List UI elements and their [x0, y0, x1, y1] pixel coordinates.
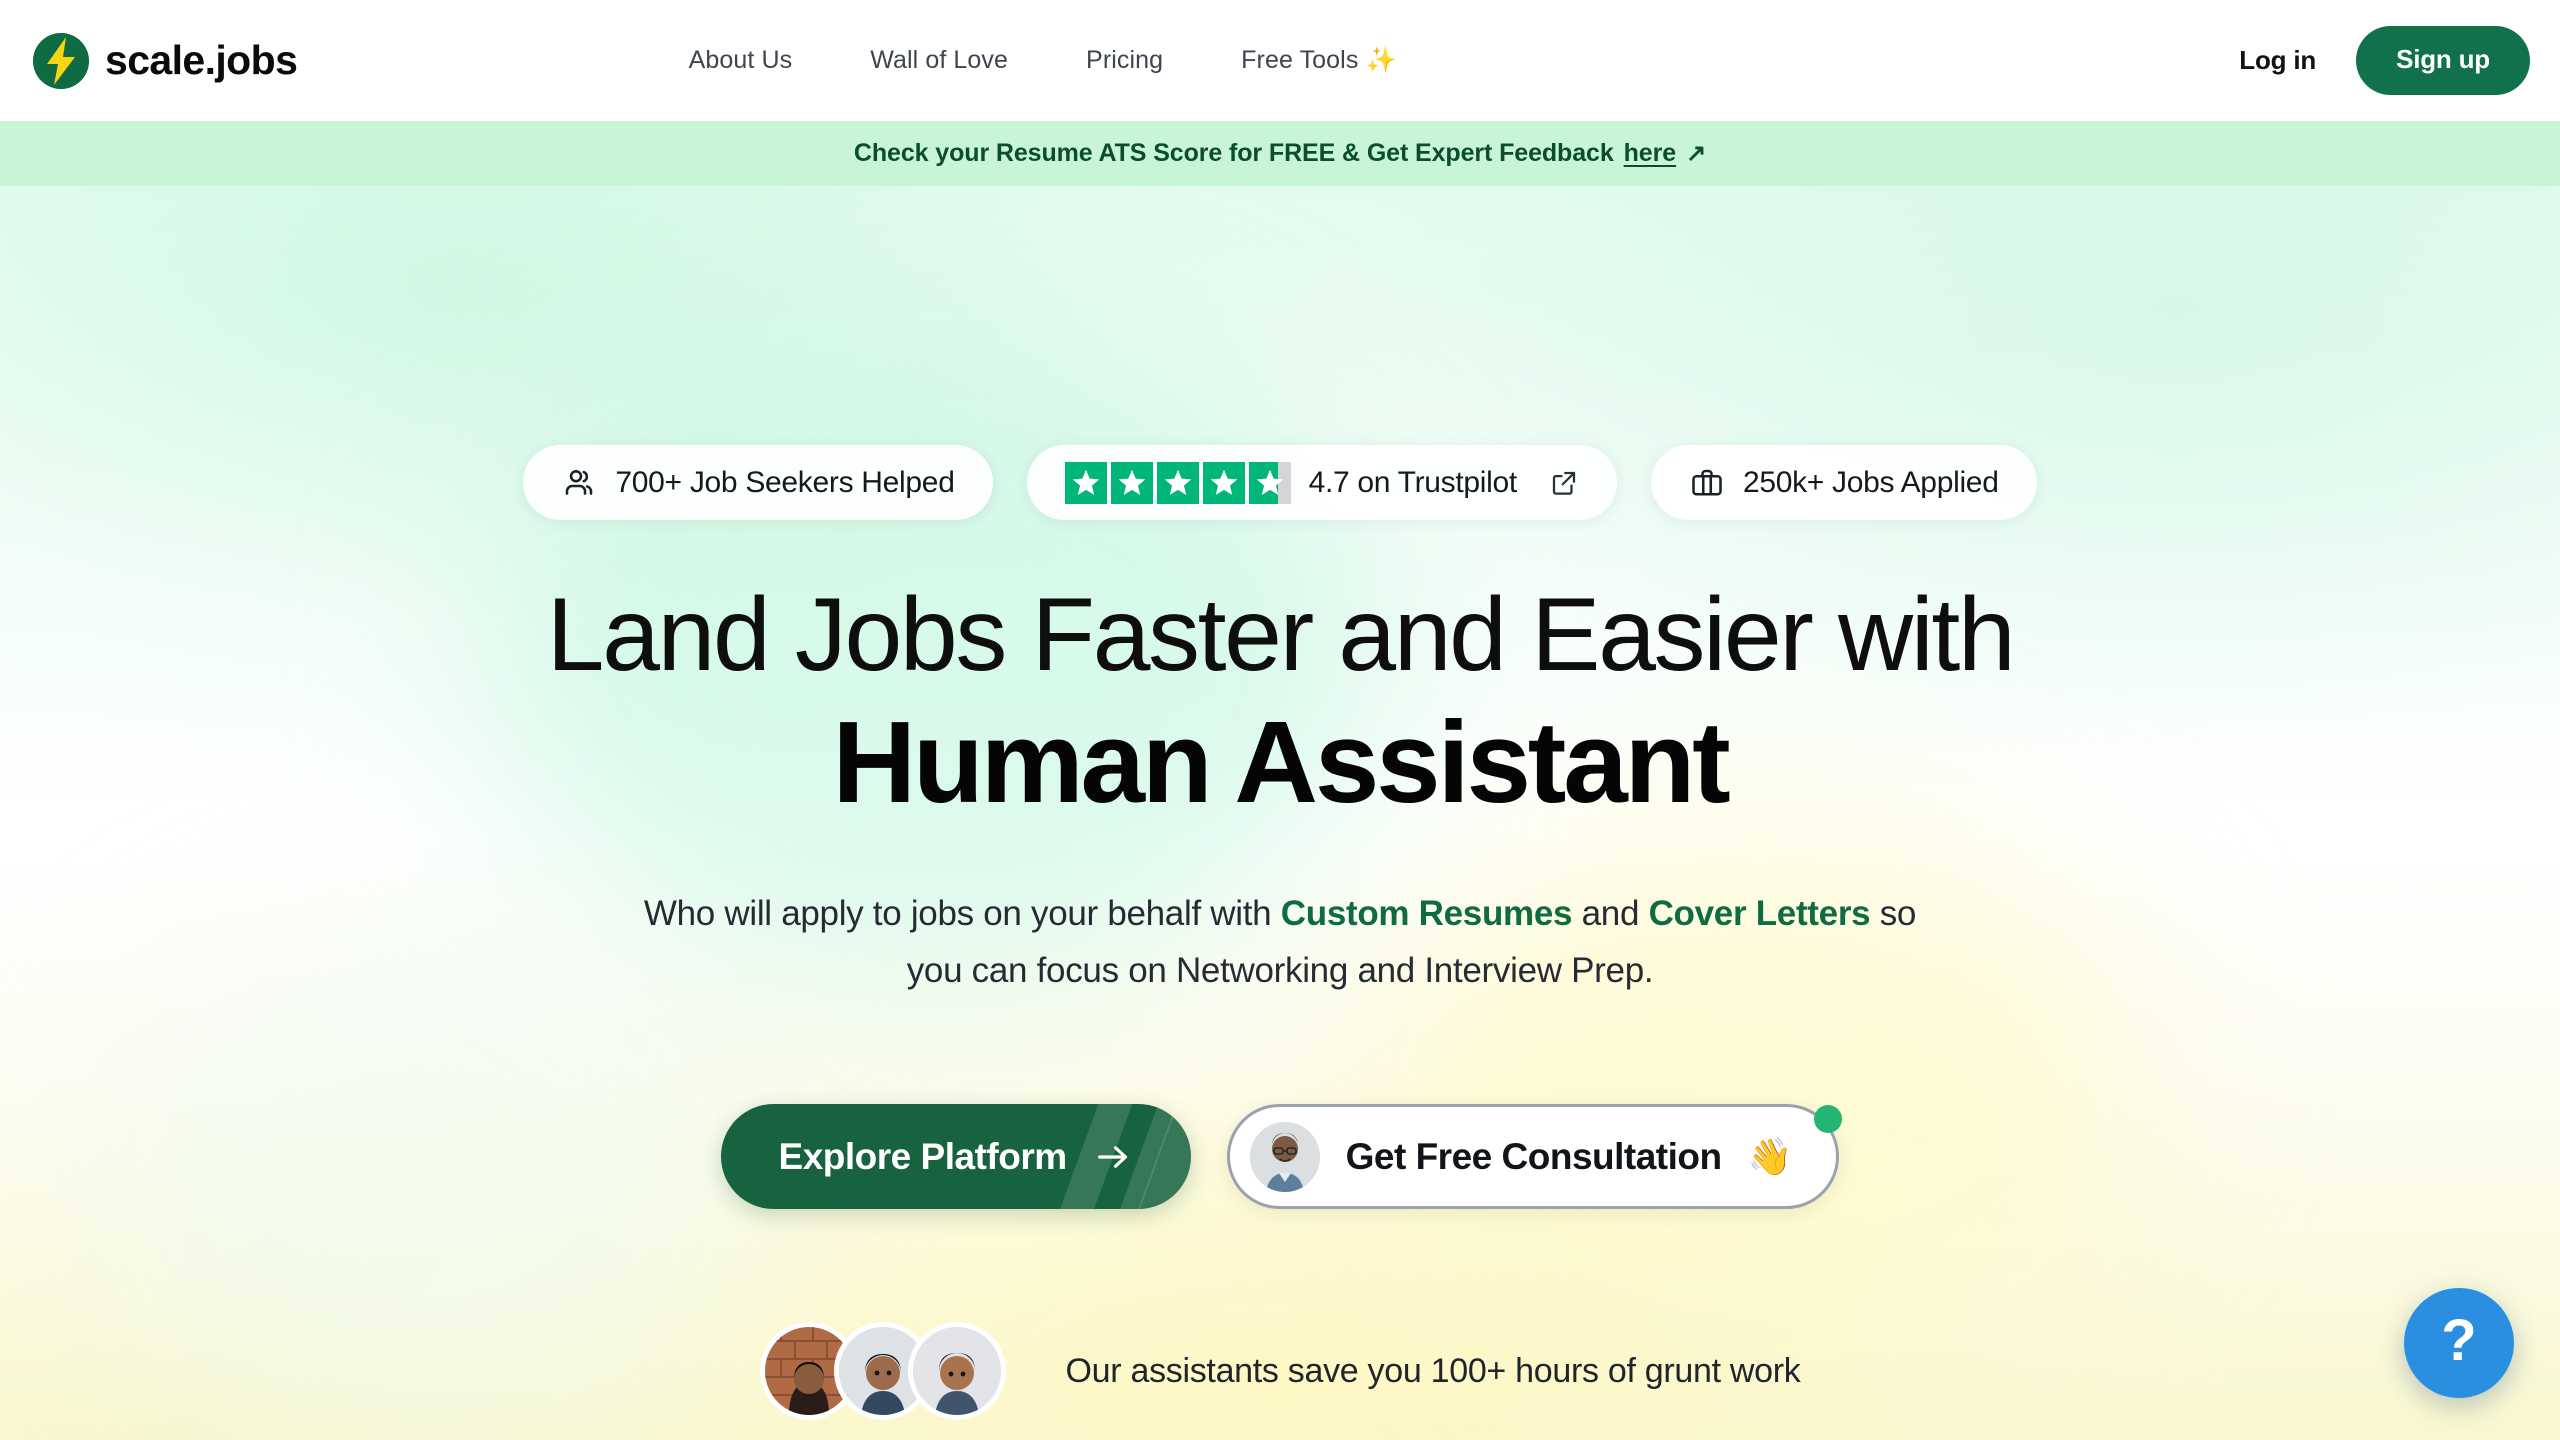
explore-platform-label: Explore Platform — [778, 1135, 1068, 1177]
stat-pill-row: 700+ Job Seekers Helped 4.7 on Trustpilo… — [523, 445, 2037, 520]
users-icon — [561, 465, 597, 501]
nav-item-pricing[interactable]: Pricing — [1086, 46, 1163, 75]
nav-item-free-tools[interactable]: Free Tools ✨ — [1241, 46, 1397, 75]
assistant-avatar-stack — [759, 1322, 1006, 1421]
social-proof-text: Our assistants save you 100+ hours of gr… — [1065, 1351, 1801, 1390]
subtitle-highlight-custom-resumes: Custom Resumes — [1280, 894, 1573, 934]
waving-hand-icon: 👋 — [1747, 1135, 1793, 1177]
site-header: scale.jobs About Us Wall of Love Pricing… — [0, 0, 2560, 121]
subtitle-part-2: and — [1572, 894, 1649, 934]
subtitle-highlight-cover-letters: Cover Letters — [1648, 894, 1871, 934]
consultant-avatar — [1249, 1121, 1320, 1192]
lightning-bolt-icon — [33, 32, 89, 89]
signup-button[interactable]: Sign up — [2356, 26, 2530, 95]
login-link[interactable]: Log in — [2239, 45, 2316, 76]
main-nav: About Us Wall of Love Pricing Free Tools… — [689, 46, 1397, 75]
nav-item-about-us[interactable]: About Us — [689, 46, 793, 75]
briefcase-icon — [1689, 465, 1725, 501]
hero-subtitle: Who will apply to jobs on your behalf wi… — [630, 886, 1930, 999]
promo-banner[interactable]: Check your Resume ATS Score for FREE & G… — [0, 121, 2560, 186]
promo-banner-message: Check your Resume ATS Score for FREE & G… — [853, 139, 1614, 167]
hero-cta-row: Explore Platform Get Free Consultation 👋 — [720, 1104, 1843, 1210]
help-question-icon: ? — [2441, 1308, 2477, 1373]
external-link-icon[interactable] — [1549, 468, 1579, 498]
promo-banner-link[interactable]: here — [1624, 139, 1677, 168]
explore-platform-button[interactable]: Explore Platform — [720, 1104, 1191, 1210]
brand-logo[interactable]: scale.jobs — [33, 32, 298, 89]
stat-pill-trustpilot[interactable]: 4.7 on Trustpilot — [1026, 445, 1617, 520]
get-free-consultation-label: Get Free Consultation — [1345, 1135, 1722, 1177]
get-free-consultation-button[interactable]: Get Free Consultation 👋 — [1226, 1104, 1843, 1210]
trustpilot-stars-icon — [1064, 461, 1291, 504]
star-5-partial-icon — [1248, 461, 1291, 504]
promo-banner-text: Check your Resume ATS Score for FREE & G… — [854, 139, 1706, 168]
hero-section: 700+ Job Seekers Helped 4.7 on Trustpilo… — [0, 186, 2560, 1440]
help-button[interactable]: ? — [2404, 1288, 2514, 1398]
stat-pill-jobs-applied[interactable]: 250k+ Jobs Applied — [1650, 445, 2037, 520]
star-4-icon — [1202, 461, 1245, 504]
hero-headline-line2: Human Assistant — [832, 697, 1730, 828]
online-status-dot — [1814, 1105, 1843, 1134]
nav-item-wall-of-love[interactable]: Wall of Love — [870, 46, 1008, 75]
stat-pill-trustpilot-label: 4.7 on Trustpilot — [1308, 465, 1518, 499]
brand-name: scale.jobs — [105, 37, 298, 83]
stat-pill-job-seekers-label: 700+ Job Seekers Helped — [615, 465, 955, 499]
stat-pill-job-seekers[interactable]: 700+ Job Seekers Helped — [523, 445, 993, 520]
social-proof-row: Our assistants save you 100+ hours of gr… — [759, 1322, 1801, 1421]
button-shine-3 — [1126, 1104, 1191, 1210]
star-2-icon — [1110, 461, 1153, 504]
assistant-avatar-3 — [907, 1322, 1006, 1421]
hero-headline-line1: Land Jobs Faster and Easier with — [546, 577, 2016, 693]
stat-pill-jobs-applied-label: 250k+ Jobs Applied — [1742, 465, 1999, 499]
star-1-icon — [1064, 461, 1107, 504]
star-3-icon — [1156, 461, 1199, 504]
arrow-right-icon — [1093, 1137, 1133, 1177]
subtitle-part-1: Who will apply to jobs on your behalf wi… — [643, 894, 1281, 934]
header-actions: Log in Sign up — [2239, 26, 2530, 95]
external-arrow-icon: ↗ — [1686, 140, 1707, 167]
